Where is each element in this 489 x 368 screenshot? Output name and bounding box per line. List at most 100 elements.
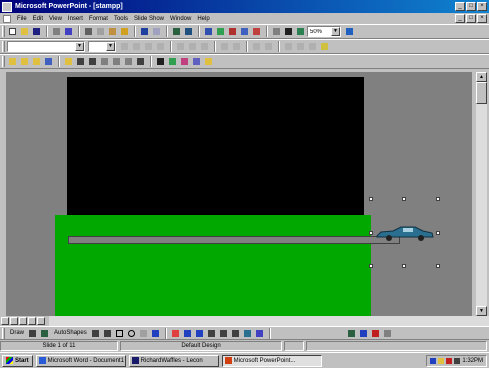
slide-layout-icon[interactable] [251, 26, 262, 37]
crop-icon[interactable] [135, 56, 146, 67]
menu-view[interactable]: View [46, 16, 65, 22]
selection-handle[interactable] [436, 264, 440, 268]
toolbar-grip[interactable] [2, 26, 5, 37]
dash-style-icon[interactable] [218, 328, 229, 339]
selection-handle[interactable] [436, 231, 440, 235]
toolbar-grip[interactable] [2, 327, 5, 339]
new-slide-icon[interactable] [239, 26, 250, 37]
insert-picture-icon[interactable] [63, 56, 74, 67]
arrow-style-icon[interactable] [230, 328, 241, 339]
menu-insert[interactable]: Insert [65, 16, 86, 22]
new-icon[interactable] [7, 26, 18, 37]
network-icon[interactable] [430, 357, 437, 364]
decrease-font-icon[interactable] [263, 41, 274, 52]
scroll-down-icon[interactable]: ▼ [476, 306, 487, 316]
more-brightness-icon[interactable] [111, 56, 122, 67]
selection-handle[interactable] [402, 197, 406, 201]
slide-road-shape[interactable] [68, 236, 400, 244]
arrow-icon[interactable] [102, 328, 113, 339]
copy-icon[interactable] [95, 26, 106, 37]
line-color-icon[interactable] [182, 328, 193, 339]
scroll-thumb[interactable] [476, 82, 487, 104]
zoom-combo[interactable]: 50% ▼ [307, 26, 341, 37]
slide-grass-shape[interactable] [55, 215, 371, 316]
print-icon[interactable] [51, 26, 62, 37]
maximize-button[interactable]: □ [466, 2, 476, 11]
open-icon[interactable] [19, 26, 30, 37]
set-transparent-color-icon[interactable] [191, 56, 202, 67]
clock[interactable]: 1:32PM [462, 358, 483, 364]
doc-minimize-button[interactable]: _ [455, 14, 465, 23]
cut-icon[interactable] [83, 26, 94, 37]
monitor-icon[interactable] [454, 357, 461, 364]
autoshape-star-icon[interactable] [274, 328, 285, 339]
3d-icon[interactable] [254, 328, 265, 339]
oval-icon[interactable] [126, 328, 137, 339]
scroll-up-icon[interactable]: ▲ [476, 72, 487, 82]
autoshape-banner-icon[interactable] [322, 328, 333, 339]
spelling-icon[interactable] [63, 26, 74, 37]
font-color-icon[interactable] [194, 328, 205, 339]
outline-view-icon[interactable] [10, 317, 18, 325]
apply-design-icon[interactable] [271, 26, 282, 37]
numbering-icon[interactable] [219, 41, 230, 52]
chevron-down-icon[interactable]: ▼ [331, 27, 340, 36]
animation-effects-icon[interactable] [307, 41, 318, 52]
web-toolbar-icon[interactable] [183, 26, 194, 37]
clipart-icon[interactable] [346, 328, 357, 339]
slide-sorter-view-icon[interactable] [28, 317, 36, 325]
format-picture-icon[interactable] [179, 56, 190, 67]
free-rotate-icon[interactable] [39, 328, 50, 339]
align-right-icon[interactable] [199, 41, 210, 52]
antivirus-icon[interactable] [446, 357, 453, 364]
selection-handle[interactable] [402, 264, 406, 268]
rectangle-icon[interactable] [114, 328, 125, 339]
menu-slide-show[interactable]: Slide Show [131, 16, 167, 22]
spelling-status-icon[interactable] [284, 341, 304, 351]
document-icon[interactable] [3, 14, 11, 23]
line-style-icon[interactable] [155, 56, 166, 67]
bullets-icon[interactable] [231, 41, 242, 52]
slide-show-view-icon[interactable] [37, 317, 45, 325]
doc-close-button[interactable]: × [477, 14, 487, 23]
shadow-icon[interactable] [155, 41, 166, 52]
slide-sky-shape[interactable] [67, 77, 364, 215]
redo-icon[interactable] [151, 26, 162, 37]
underline-icon[interactable] [143, 41, 154, 52]
selection-handle[interactable] [369, 264, 373, 268]
powerpoint-app-icon[interactable] [2, 1, 12, 12]
minimize-button[interactable]: _ [455, 2, 465, 11]
paste-icon[interactable] [107, 26, 118, 37]
draw-menu[interactable]: Draw [7, 330, 27, 336]
autoshape-flow-icon[interactable] [310, 328, 321, 339]
line-icon[interactable] [90, 328, 101, 339]
select-objects-icon[interactable] [27, 328, 38, 339]
undo-icon[interactable] [139, 26, 150, 37]
selection-handle[interactable] [369, 231, 373, 235]
close-button[interactable]: × [477, 2, 487, 11]
options-icon[interactable] [382, 328, 393, 339]
previous-comment-icon[interactable] [31, 56, 42, 67]
horizontal-scrollbar[interactable] [49, 316, 489, 326]
fill-color-icon[interactable] [170, 328, 181, 339]
wordart-icon[interactable] [150, 328, 161, 339]
menu-window[interactable]: Window [167, 16, 194, 22]
toolbar-grip[interactable] [2, 41, 5, 52]
less-brightness-icon[interactable] [123, 56, 134, 67]
autoshapes-menu[interactable]: AutoShapes [51, 330, 90, 336]
chevron-down-icon[interactable]: ▼ [75, 42, 84, 51]
menu-help[interactable]: Help [194, 16, 212, 22]
reset-picture-icon[interactable] [203, 56, 214, 67]
chevron-down-icon[interactable]: ▼ [106, 42, 115, 51]
text-box-icon[interactable] [138, 328, 149, 339]
bold-icon[interactable] [119, 41, 130, 52]
hyperlink-icon[interactable] [171, 26, 182, 37]
format-painter-icon[interactable] [119, 26, 130, 37]
insert-comment-icon[interactable] [7, 56, 18, 67]
office-assistant-icon[interactable] [344, 26, 355, 37]
less-contrast-icon[interactable] [99, 56, 110, 67]
autoshape-block-icon[interactable] [298, 328, 309, 339]
menu-file[interactable]: File [14, 16, 30, 22]
font-size-combo[interactable]: ▼ [88, 41, 116, 52]
task-powerpoint[interactable]: Microsoft PowerPoint... [221, 354, 322, 367]
